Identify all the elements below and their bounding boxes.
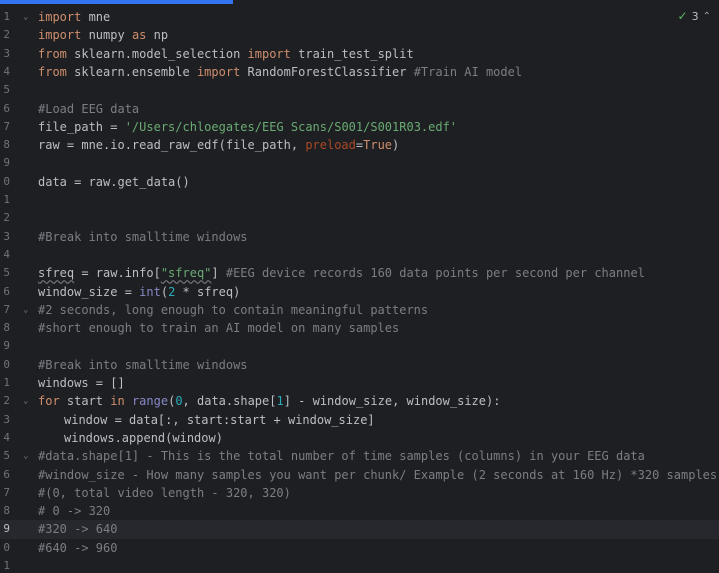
code-text: #window_size - How many samples you want… <box>38 467 718 482</box>
code-text: #Break into smalltime windows <box>38 357 248 372</box>
code-line[interactable]: 5 sfreq = raw.info["sfreq"] #EEG device … <box>0 264 719 282</box>
line-number: 3 <box>3 412 10 426</box>
line-number: 3 <box>3 46 10 60</box>
code-text: windows.append(window) <box>64 430 223 445</box>
line-number: 7 <box>3 485 10 499</box>
code-text: #640 -> 960 <box>38 540 118 555</box>
code-line[interactable]: 3 #Break into smalltime windows <box>0 228 719 246</box>
fold-icon[interactable]: ⌄ <box>23 447 28 465</box>
line-number: 8 <box>3 504 10 518</box>
line-number: 1 <box>3 193 10 206</box>
code-text: #Load EEG data <box>38 101 140 116</box>
line-number: 1 <box>3 376 10 389</box>
code-line[interactable]: 0 #640 -> 960 <box>0 539 719 557</box>
line-number: 5 <box>3 449 10 463</box>
code-text: windows = [] <box>38 376 125 390</box>
code-text: #320 -> 640 <box>38 522 118 537</box>
code-text: import numpy as np <box>38 28 169 43</box>
code-text: from sklearn.model_selection import trai… <box>38 46 414 61</box>
code-text: window_size = int(2 * sfreq) <box>38 284 241 299</box>
fold-icon[interactable]: ⌄ <box>23 301 28 319</box>
code-text: #data.shape[1] - This is the total numbe… <box>38 449 645 464</box>
line-number: 6 <box>3 101 10 115</box>
code-text: data = raw.get_data() <box>38 174 190 189</box>
code-line[interactable]: 1 windows = [] <box>0 374 719 392</box>
line-number: 0 <box>3 540 10 554</box>
fold-icon[interactable]: ⌄ <box>23 8 28 26</box>
line-number: 2 <box>3 28 10 42</box>
line-number: 0 <box>3 357 10 371</box>
code-text: #(0, total video length - 320, 320) <box>38 485 291 500</box>
code-line[interactable]: 9 <box>0 154 719 172</box>
line-number: 6 <box>3 467 10 481</box>
code-text: #2 seconds, long enough to contain meani… <box>38 302 429 317</box>
code-text: from sklearn.ensemble import RandomFores… <box>38 64 523 79</box>
code-text: #Break into smalltime windows <box>38 229 248 244</box>
code-editor[interactable]: ✓ 3 ⌃ 1 ⌄ import mne 2 import numpy as n… <box>0 0 719 573</box>
code-line[interactable]: 8 #short enough to train an AI model on … <box>0 319 719 337</box>
code-line[interactable]: 0 data = raw.get_data() <box>0 173 719 191</box>
line-number: 5 <box>3 266 10 280</box>
code-line[interactable]: 1 <box>0 191 719 209</box>
line-number: 9 <box>3 522 10 536</box>
code-line[interactable]: 2 ⌄ for start in range(0, data.shape[1] … <box>0 392 719 410</box>
code-text: sfreq = raw.info["sfreq"] #EEG device re… <box>38 266 645 281</box>
code-text: # 0 -> 320 <box>38 504 111 519</box>
code-line[interactable]: 3 from sklearn.model_selection import tr… <box>0 45 719 63</box>
fold-icon[interactable]: ⌄ <box>23 392 28 410</box>
code-line[interactable]: 4 <box>0 246 719 264</box>
code-line[interactable]: 9 <box>0 337 719 355</box>
code-line[interactable]: 6 #Load EEG data <box>0 100 719 118</box>
code-line[interactable]: 0 #Break into smalltime windows <box>0 356 719 374</box>
horizontal-scroll-indicator[interactable] <box>0 0 233 4</box>
line-number: 2 <box>3 394 10 408</box>
line-number: 0 <box>3 174 10 188</box>
code-line[interactable]: 1 <box>0 557 719 573</box>
line-number: 9 <box>3 339 10 353</box>
code-text: raw = mne.io.read_raw_edf(file_path, pre… <box>38 138 400 153</box>
code-line[interactable]: 3 window = data[:, start:start + window_… <box>0 411 719 429</box>
line-number: 2 <box>3 211 10 225</box>
code-line[interactable]: 2 import numpy as np <box>0 26 719 44</box>
code-line[interactable]: 5 <box>0 81 719 99</box>
line-number: 1 <box>3 559 10 572</box>
code-line[interactable]: 8 raw = mne.io.read_raw_edf(file_path, p… <box>0 136 719 154</box>
line-number: 7 <box>3 119 10 133</box>
code-line[interactable]: 2 <box>0 209 719 227</box>
code-line[interactable]: 7 file_path = '/Users/chloegates/EEG Sca… <box>0 118 719 136</box>
line-number: 4 <box>3 430 10 444</box>
code-line[interactable]: 4 from sklearn.ensemble import RandomFor… <box>0 63 719 81</box>
code-line[interactable]: 6 window_size = int(2 * sfreq) <box>0 283 719 301</box>
code-text: window = data[:, start:start + window_si… <box>64 412 375 427</box>
code-text: import mne <box>38 10 111 24</box>
line-number: 4 <box>3 247 10 261</box>
current-code-line[interactable]: 9 #320 -> 640 <box>0 520 719 539</box>
code-line[interactable]: 7 ⌄ #2 seconds, long enough to contain m… <box>0 301 719 319</box>
code-text: #short enough to train an AI model on ma… <box>38 321 400 336</box>
code-line[interactable]: 6 #window_size - How many samples you wa… <box>0 466 719 484</box>
line-number: 3 <box>3 229 10 243</box>
code-line[interactable]: 4 windows.append(window) <box>0 429 719 447</box>
line-number: 9 <box>3 156 10 170</box>
code-text: for start in range(0, data.shape[1] - wi… <box>38 394 501 409</box>
code-line[interactable]: 8 # 0 -> 320 <box>0 502 719 520</box>
code-text: file_path = '/Users/chloegates/EEG Scans… <box>38 119 458 134</box>
line-number: 1 <box>3 10 10 23</box>
line-number: 7 <box>3 302 10 316</box>
code-line[interactable]: 5 ⌄ #data.shape[1] - This is the total n… <box>0 447 719 465</box>
line-number: 5 <box>3 83 10 97</box>
code-line[interactable]: 7 #(0, total video length - 320, 320) <box>0 484 719 502</box>
line-number: 8 <box>3 321 10 335</box>
line-number: 6 <box>3 284 10 298</box>
code-line[interactable]: 1 ⌄ import mne <box>0 8 719 26</box>
line-number: 4 <box>3 64 10 78</box>
line-number: 8 <box>3 138 10 152</box>
